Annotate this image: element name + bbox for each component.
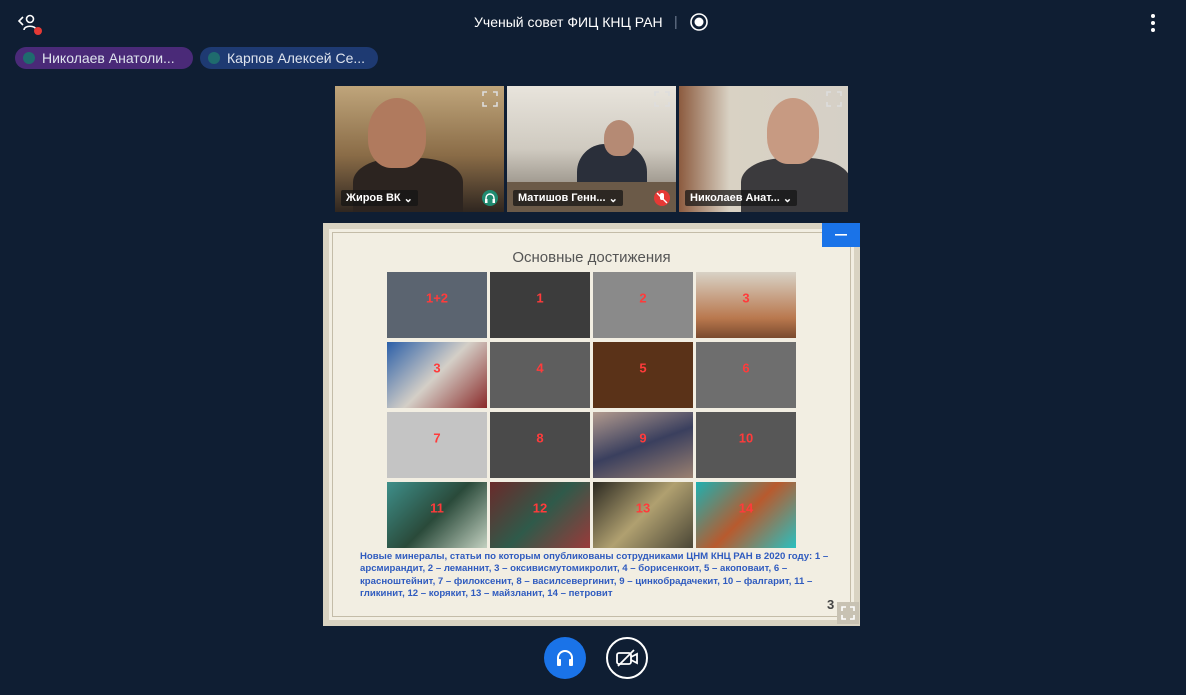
- slide-title: Основные достижения: [512, 249, 671, 266]
- participant-video: [368, 98, 426, 168]
- mineral-photo: 3: [387, 342, 487, 408]
- minimize-button[interactable]: [822, 223, 860, 247]
- participant-video: [604, 120, 634, 156]
- meeting-title: Ученый совет ФИЦ КНЦ РАН: [474, 14, 663, 30]
- shared-screen: Основные достижения 1+2 1 2 3 3 4 5 6 7 …: [323, 223, 860, 626]
- participant-chip-label: Николаев Анатоли...: [42, 50, 175, 66]
- expand-icon[interactable]: [837, 602, 859, 624]
- video-tile[interactable]: Жиров ВК ⌄: [335, 86, 504, 212]
- participant-chip[interactable]: Карпов Алексей Се...: [200, 47, 378, 69]
- expand-icon[interactable]: [653, 90, 671, 108]
- mineral-photo: 3: [696, 272, 796, 338]
- status-dot: [23, 52, 35, 64]
- participant-name: Жиров ВК ⌄: [341, 190, 418, 206]
- mineral-photo: 13: [593, 482, 693, 548]
- top-bar: Ученый совет ФИЦ КНЦ РАН |: [0, 0, 1186, 44]
- mineral-photo: 5: [593, 342, 693, 408]
- status-dot: [208, 52, 220, 64]
- expand-icon[interactable]: [481, 90, 499, 108]
- expand-icon[interactable]: [825, 90, 843, 108]
- participant-video: [767, 98, 819, 164]
- mineral-photo: 11: [387, 482, 487, 548]
- mineral-photo: 7: [387, 412, 487, 478]
- headphones-icon: [482, 190, 498, 206]
- notification-dot: [34, 27, 42, 35]
- mineral-photo: 12: [490, 482, 590, 548]
- video-tile[interactable]: Матишов Генн... ⌄: [507, 86, 676, 212]
- mineral-photo: 1: [490, 272, 590, 338]
- mineral-photo: 8: [490, 412, 590, 478]
- participant-name: Николаев Анат... ⌄: [685, 190, 798, 206]
- participants-icon[interactable]: [12, 8, 44, 38]
- mineral-photo: 10: [696, 412, 796, 478]
- mineral-photo: 6: [696, 342, 796, 408]
- mineral-photo: 1+2: [387, 272, 487, 338]
- mineral-photo-grid: 1+2 1 2 3 3 4 5 6 7 8 9 10 11 12 13 14: [387, 272, 797, 552]
- slide-page-number: 3: [827, 597, 835, 612]
- muted-mic-icon: [654, 190, 670, 206]
- mineral-photo: 2: [593, 272, 693, 338]
- record-icon[interactable]: [688, 11, 710, 33]
- participant-name: Матишов Генн... ⌄: [513, 190, 623, 206]
- headphones-icon[interactable]: [544, 637, 586, 679]
- more-vertical-icon[interactable]: [1142, 10, 1164, 36]
- slide-caption: Новые минералы, статьи по которым опубли…: [360, 551, 829, 600]
- mineral-photo: 9: [593, 412, 693, 478]
- participant-chip-label: Карпов Алексей Се...: [227, 50, 366, 66]
- title-separator: |: [674, 13, 678, 29]
- mineral-photo: 4: [490, 342, 590, 408]
- mineral-photo: 14: [696, 482, 796, 548]
- participant-chip[interactable]: Николаев Анатоли...: [15, 47, 193, 69]
- video-tile[interactable]: Николаев Анат... ⌄: [679, 86, 848, 212]
- video-off-icon[interactable]: [606, 637, 648, 679]
